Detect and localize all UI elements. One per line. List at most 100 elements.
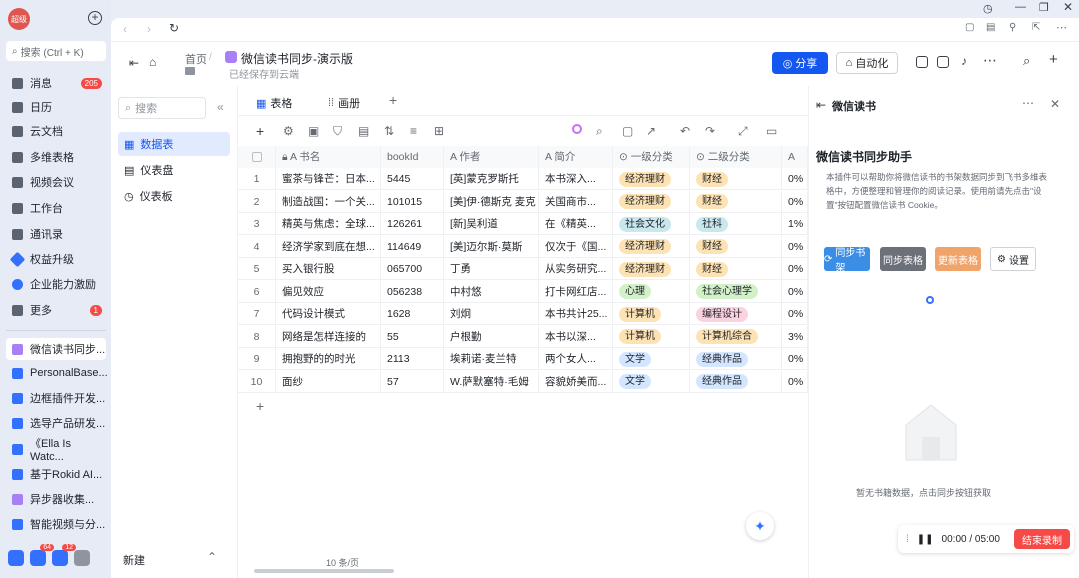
plugin-icon[interactable] bbox=[937, 56, 949, 71]
update-table-button[interactable]: 更新表格 bbox=[935, 247, 981, 271]
cell-author[interactable]: 中村悠 bbox=[444, 280, 539, 303]
cell-bookid[interactable]: 101015 bbox=[381, 190, 444, 213]
row-number[interactable]: 7 bbox=[238, 303, 276, 325]
cell-cat1[interactable]: 计算机 bbox=[613, 303, 690, 325]
add-record-icon[interactable]: + bbox=[256, 123, 264, 139]
add-icon[interactable]: + bbox=[1049, 51, 1058, 68]
restore-icon[interactable]: ❐ bbox=[1039, 1, 1049, 14]
cell-intro[interactable]: 从实务研究... bbox=[539, 258, 613, 280]
forward-icon[interactable]: › bbox=[147, 22, 151, 36]
table-row[interactable]: 6 偏见效应 056238 中村悠 打卡网红店... 心理 社会心理学 0% bbox=[238, 280, 808, 303]
cell-extra[interactable]: 0% bbox=[782, 348, 808, 370]
cell-title[interactable]: 买入银行股 bbox=[276, 258, 381, 280]
row-number[interactable]: 1 bbox=[238, 168, 276, 190]
tab-gallery[interactable]: ⁞⁞ 画册 bbox=[328, 95, 360, 111]
more-icon[interactable]: ⋯ bbox=[983, 52, 997, 69]
nav-item-calendar[interactable]: 日历 bbox=[6, 96, 106, 118]
dashboard-item[interactable]: ▤ 仪表盘 bbox=[118, 158, 230, 182]
group-icon[interactable]: ▤ bbox=[358, 124, 369, 138]
table-row[interactable]: 7 代码设计模式 1628 刘炯 本书共计25... 计算机 编程设计 0% bbox=[238, 303, 808, 325]
cell-cat2[interactable]: 社科 bbox=[690, 213, 782, 235]
tab-table[interactable]: ▦ 表格 bbox=[256, 95, 292, 111]
cell-extra[interactable]: 0% bbox=[782, 235, 808, 258]
mail-icon[interactable]: 64 bbox=[30, 544, 54, 566]
doc-item[interactable]: PersonalBase... bbox=[6, 362, 108, 384]
filter-icon[interactable]: ⛉ bbox=[333, 124, 342, 139]
doc-item[interactable]: 异步器收集... bbox=[6, 488, 106, 510]
row-number[interactable]: 3 bbox=[238, 213, 276, 235]
cell-intro[interactable]: 本书以深... bbox=[539, 325, 613, 348]
plugin-more-icon[interactable]: ⋯ bbox=[1022, 96, 1034, 110]
back-icon[interactable]: ‹ bbox=[123, 22, 127, 36]
comment-icon[interactable]: ▢ bbox=[965, 22, 974, 33]
col-header-author[interactable]: A 作者 bbox=[444, 146, 539, 168]
cell-title[interactable]: 拥抱野的的时光 bbox=[276, 348, 381, 370]
cell-title[interactable]: 精英与焦虑：全球... bbox=[276, 213, 381, 235]
cell-intro[interactable]: 在《精英... bbox=[539, 213, 613, 235]
sidebar-toggle-icon[interactable]: ⇤ bbox=[129, 56, 139, 70]
search-icon[interactable]: ⌕ bbox=[596, 124, 603, 139]
table-row[interactable]: 3 精英与焦虑：全球... 126261 [新]吴利道 在《精英... 社会文化 社科 1% bbox=[238, 213, 808, 235]
redo-icon[interactable]: ↷ bbox=[705, 124, 715, 138]
cell-intro[interactable]: 打卡网红店... bbox=[539, 280, 613, 303]
cell-bookid[interactable]: 1628 bbox=[381, 303, 444, 325]
add-icon[interactable]: + bbox=[88, 11, 102, 25]
col-header-intro[interactable]: A 简介 bbox=[539, 146, 613, 168]
col-header-bookid[interactable]: bookId bbox=[381, 146, 444, 168]
table-row[interactable]: 4 经济学家到底在想... 114649 [美]迈尔斯·莫斯 仅次于《国... 经济理财 财… bbox=[238, 235, 808, 258]
cell-cat2[interactable]: 财经 bbox=[690, 168, 782, 190]
sort-icon[interactable]: ⇅ bbox=[384, 124, 394, 138]
cell-author[interactable]: [英]蒙克罗斯托 bbox=[444, 168, 539, 190]
share-button[interactable]: ◎ 分享 bbox=[772, 52, 828, 74]
search-icon[interactable]: ⌕ bbox=[1023, 53, 1030, 69]
field-icon[interactable]: ▣ bbox=[308, 124, 319, 138]
cell-author[interactable]: 丁勇 bbox=[444, 258, 539, 280]
doc-item[interactable]: 微信读书同步... bbox=[6, 338, 106, 360]
select-all-cell[interactable] bbox=[238, 146, 276, 168]
cell-extra[interactable]: 3% bbox=[782, 325, 808, 348]
cell-title[interactable]: 面纱 bbox=[276, 370, 381, 393]
open-external-icon[interactable]: ⇱ bbox=[1032, 22, 1040, 33]
row-number[interactable]: 10 bbox=[238, 370, 276, 393]
cell-title[interactable]: 网络是怎样连接的 bbox=[276, 325, 381, 348]
cell-cat1[interactable]: 心理 bbox=[613, 280, 690, 303]
cell-cat1[interactable]: 经济理财 bbox=[613, 168, 690, 190]
cell-cat1[interactable]: 经济理财 bbox=[613, 258, 690, 280]
sync-table-button[interactable]: 同步表格 bbox=[880, 247, 926, 271]
page-size-select[interactable]: 10 条/页 bbox=[326, 556, 359, 569]
cell-extra[interactable]: 0% bbox=[782, 370, 808, 393]
cell-cat1[interactable]: 文学 bbox=[613, 348, 690, 370]
add-row-icon[interactable]: + bbox=[256, 398, 264, 414]
cell-bookid[interactable]: 2113 bbox=[381, 348, 444, 370]
cell-bookid[interactable]: 57 bbox=[381, 370, 444, 393]
cell-extra[interactable]: 1% bbox=[782, 213, 808, 235]
cell-extra[interactable]: 0% bbox=[782, 190, 808, 213]
cell-cat2[interactable]: 编程设计 bbox=[690, 303, 782, 325]
cell-extra[interactable]: 0% bbox=[782, 280, 808, 303]
ai-assistant-button[interactable]: ✦ bbox=[746, 512, 774, 540]
table-search-input[interactable]: ⌕ 搜索 bbox=[118, 97, 206, 119]
cell-intro[interactable]: 两个女人... bbox=[539, 348, 613, 370]
avatar[interactable]: 超级 bbox=[8, 8, 30, 30]
cell-intro[interactable]: 本书深入... bbox=[539, 168, 613, 190]
row-number[interactable]: 8 bbox=[238, 325, 276, 348]
table-row[interactable]: 10 面纱 57 W.萨默塞特·毛姆 容貌娇美而... 文学 经典作品 0% bbox=[238, 370, 808, 393]
drag-handle-icon[interactable]: ⁞ bbox=[906, 534, 909, 545]
cell-cat2[interactable]: 经典作品 bbox=[690, 348, 782, 370]
doc-item[interactable]: 《Ella Is Watc... bbox=[6, 438, 106, 463]
cell-cat2[interactable]: 计算机综合 bbox=[690, 325, 782, 348]
row-height-icon[interactable]: ≡ bbox=[410, 124, 417, 138]
expand-icon[interactable]: ⤢ bbox=[738, 124, 748, 139]
col-header-cat1[interactable]: ⊙ 一级分类 bbox=[613, 146, 690, 168]
cell-title[interactable]: 代码设计模式 bbox=[276, 303, 381, 325]
cell-author[interactable]: [美]迈尔斯·莫斯 bbox=[444, 235, 539, 258]
cell-bookid[interactable]: 55 bbox=[381, 325, 444, 348]
doc-item[interactable]: 选导产品研发... bbox=[6, 412, 106, 434]
row-number[interactable]: 4 bbox=[238, 235, 276, 258]
sync-books-button[interactable]: ⟳ 同步书架 bbox=[824, 247, 870, 274]
window-icon[interactable]: ▤ bbox=[986, 22, 995, 33]
cell-bookid[interactable]: 056238 bbox=[381, 280, 444, 303]
cell-intro[interactable]: 本书共计25... bbox=[539, 303, 613, 325]
cell-title[interactable]: 经济学家到底在想... bbox=[276, 235, 381, 258]
cell-title[interactable]: 制造战国：一个关... bbox=[276, 190, 381, 213]
